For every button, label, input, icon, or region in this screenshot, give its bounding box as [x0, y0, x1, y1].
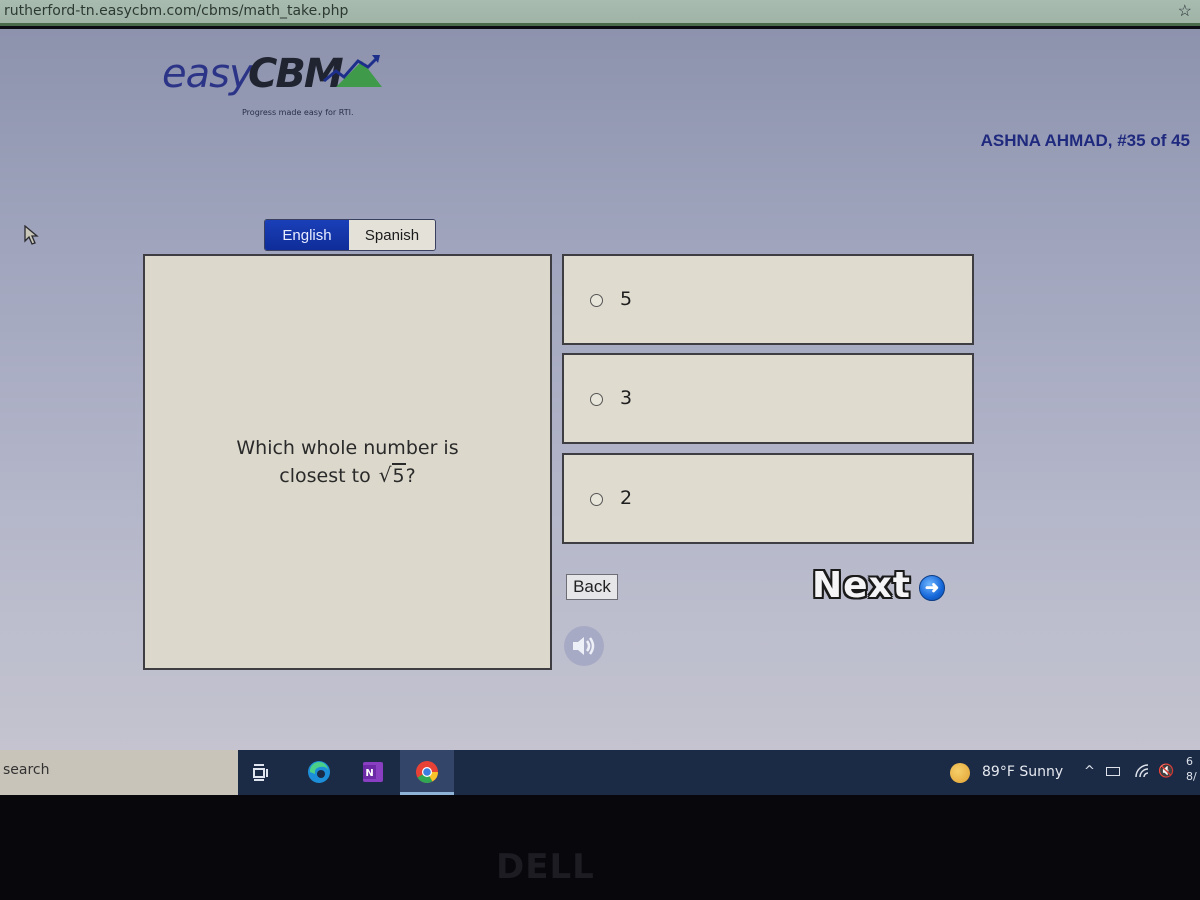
- tray-expand-chevron-icon[interactable]: ^: [1084, 764, 1095, 779]
- chrome-browser-icon[interactable]: [414, 759, 440, 785]
- wifi-icon[interactable]: [1134, 764, 1150, 778]
- question-text: Which whole number is closest to √5?: [236, 435, 459, 490]
- system-clock[interactable]: 6 8/: [1186, 754, 1200, 784]
- back-button[interactable]: Back: [566, 574, 618, 600]
- choice-label: 3: [620, 387, 633, 409]
- arrow-right-circle-icon: ➜: [918, 574, 945, 601]
- logo-easy-text: easy: [162, 51, 253, 97]
- task-view-icon[interactable]: [248, 759, 274, 785]
- answer-choice-3[interactable]: 3: [562, 353, 974, 444]
- next-button[interactable]: Next ➜: [812, 565, 945, 606]
- radical-symbol: √: [378, 462, 392, 487]
- bookmark-star-icon[interactable]: ☆: [1178, 1, 1192, 21]
- choice-label: 5: [620, 288, 633, 310]
- student-progress-info: ASHNA AHMAD, #35 of 45: [980, 131, 1190, 150]
- taskbar-chrome-active[interactable]: [400, 750, 454, 795]
- mouse-cursor-icon: [24, 225, 39, 245]
- taskbar-search-box[interactable]: search: [0, 750, 238, 795]
- next-label: Next: [812, 565, 911, 606]
- volume-muted-icon[interactable]: 🔇: [1158, 764, 1174, 779]
- radio-button-icon[interactable]: [590, 493, 603, 506]
- monitor-bezel: DELL: [0, 795, 1200, 900]
- answer-choice-2[interactable]: 2: [562, 453, 974, 544]
- clock-time: 6: [1186, 755, 1193, 768]
- clock-date: 8/: [1186, 770, 1197, 783]
- windows-taskbar: search N 89°F Sunny ^ 🔇 6 8/: [0, 750, 1200, 795]
- english-button[interactable]: English: [265, 220, 349, 250]
- easycbm-logo: easy CBM Progress made easy for RTI.: [162, 47, 402, 117]
- question-panel: Which whole number is closest to √5?: [143, 254, 552, 670]
- radio-button-icon[interactable]: [590, 294, 603, 307]
- search-label: search: [3, 762, 50, 778]
- answer-choice-5[interactable]: 5: [562, 254, 974, 345]
- test-page: easy CBM Progress made easy for RTI. ASH…: [0, 29, 1200, 750]
- logo-tagline: Progress made easy for RTI.: [242, 108, 354, 117]
- language-toggle: English Spanish: [264, 219, 436, 251]
- url-text[interactable]: rutherford-tn.easycbm.com/cbms/math_take…: [4, 3, 348, 19]
- battery-icon[interactable]: [1106, 767, 1120, 776]
- question-line-2: closest to √5?: [236, 462, 458, 490]
- radio-button-icon[interactable]: [590, 393, 603, 406]
- square-root-expression: √5: [377, 462, 406, 490]
- dell-logo: DELL: [496, 847, 595, 887]
- logo-chart-icon: [323, 55, 382, 87]
- onenote-icon[interactable]: N: [360, 759, 386, 785]
- choice-label: 2: [620, 487, 633, 509]
- weather-sun-icon[interactable]: [950, 763, 970, 783]
- weather-text[interactable]: 89°F Sunny: [982, 764, 1063, 780]
- svg-text:N: N: [365, 768, 373, 779]
- radicand: 5: [391, 462, 406, 487]
- spanish-button[interactable]: Spanish: [349, 220, 435, 250]
- question-prefix: closest to: [279, 464, 377, 487]
- speaker-icon[interactable]: [564, 626, 604, 666]
- question-suffix: ?: [405, 464, 416, 487]
- edge-browser-icon[interactable]: [306, 759, 332, 785]
- question-line-1: Which whole number is: [236, 436, 459, 459]
- browser-address-bar[interactable]: rutherford-tn.easycbm.com/cbms/math_take…: [0, 0, 1200, 26]
